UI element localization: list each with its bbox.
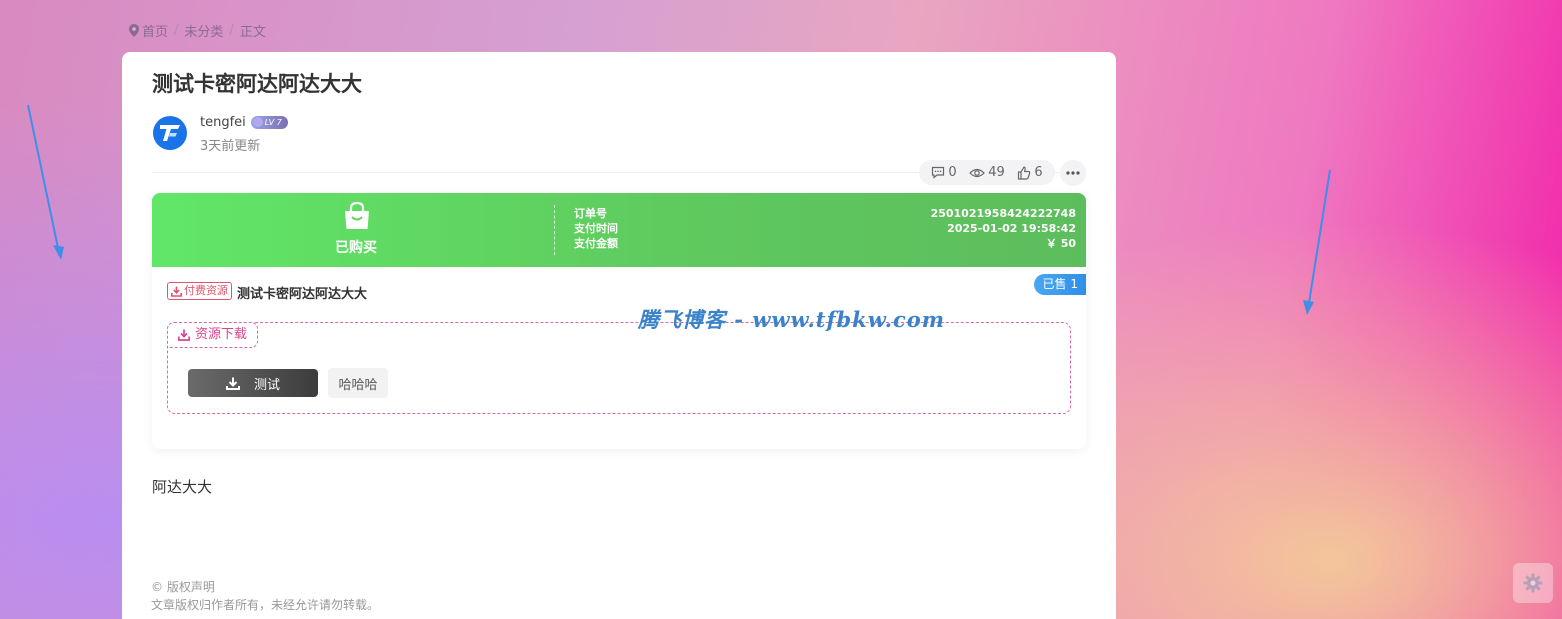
download-icon (171, 286, 182, 297)
arrow-left-decoration (27, 104, 64, 260)
pay-time: 2025-01-02 19:58:42 (947, 222, 1076, 235)
download-icon (178, 329, 190, 341)
article-body: 阿达大大 (152, 478, 213, 496)
pay-time-label: 支付时间 (574, 222, 618, 235)
download-tag-label: 资源下载 (195, 327, 248, 342)
purchase-box: 已购买 订单号 支付时间 支付金额 2501021958424222748 20… (152, 193, 1086, 449)
paid-resource-tag: 付费资源 (167, 282, 232, 300)
more-icon (1066, 171, 1080, 175)
banner-divider (554, 205, 555, 255)
order-number-label: 订单号 (574, 207, 607, 220)
author-line: tengfei LV 7 (200, 115, 288, 130)
comment-count-value: 0 (948, 165, 957, 180)
download-test-label: 测试 (253, 377, 280, 393)
copyright-text: 文章版权归作者所有，未经允许请勿转载。 (151, 598, 380, 612)
comment-icon (932, 166, 945, 179)
tf-logo-icon (160, 125, 180, 141)
download-test-button[interactable]: 测试 (188, 369, 318, 397)
like-button[interactable]: 6 (1017, 165, 1043, 180)
breadcrumb-separator: / (229, 22, 234, 38)
pay-amount: ￥ 50 (1045, 237, 1076, 250)
post-stats: 0 49 6 (919, 160, 1055, 185)
page-title: 测试卡密阿达阿达大大 (152, 72, 362, 96)
purchased-status: 已购买 (335, 240, 377, 256)
avatar[interactable] (153, 116, 187, 150)
download-tag: 资源下载 (167, 322, 259, 348)
like-count-value: 6 (1034, 165, 1043, 180)
eye-icon (969, 168, 986, 177)
map-pin-icon (129, 23, 139, 37)
download-icon (225, 377, 240, 390)
shopping-bag-icon (345, 202, 369, 229)
purchase-banner: 已购买 订单号 支付时间 支付金额 2501021958424222748 20… (152, 193, 1086, 267)
pay-amount-label: 支付金额 (574, 237, 618, 250)
order-values: 2501021958424222748 2025-01-02 19:58:42 … (931, 206, 1076, 251)
author-name[interactable]: tengfei (200, 115, 246, 130)
level-badge: LV 7 (250, 116, 288, 129)
comment-count[interactable]: 0 (931, 165, 957, 180)
article-card: 测试卡密阿达阿达大大 tengfei LV 7 3天前更新 0 49 6 已购买… (122, 52, 1116, 619)
copyright-title: © 版权声明 (151, 580, 215, 594)
breadcrumb-home[interactable]: 首页 (142, 21, 168, 40)
view-count: 49 (969, 165, 1005, 180)
updated-time: 3天前更新 (200, 139, 261, 154)
thumbs-up-icon (1018, 165, 1031, 180)
download-alt-button[interactable]: 哈哈哈 (328, 368, 388, 398)
breadcrumb-separator: / (174, 22, 179, 38)
order-number: 2501021958424222748 (930, 207, 1076, 220)
view-count-value: 49 (988, 165, 1005, 180)
site-watermark: 腾飞博客 - www.tfbkw.com (638, 307, 946, 332)
order-labels: 订单号 支付时间 支付金额 (574, 206, 618, 251)
breadcrumb-category[interactable]: 未分类 (184, 21, 223, 40)
breadcrumb: 首页 / 未分类 / 正文 (129, 21, 266, 40)
arrow-right-decoration (1303, 169, 1331, 315)
breadcrumb-current: 正文 (239, 24, 266, 40)
download-area: 资源下载 测试 哈哈哈 (167, 322, 1071, 414)
sold-badge: 已售 1 (1033, 274, 1086, 295)
more-button[interactable] (1060, 160, 1086, 186)
settings-button[interactable] (1513, 563, 1553, 603)
paid-resource-label: 付费资源 (184, 284, 228, 297)
gear-icon (1523, 573, 1543, 593)
resource-title: 测试卡密阿达阿达大大 (237, 287, 368, 302)
